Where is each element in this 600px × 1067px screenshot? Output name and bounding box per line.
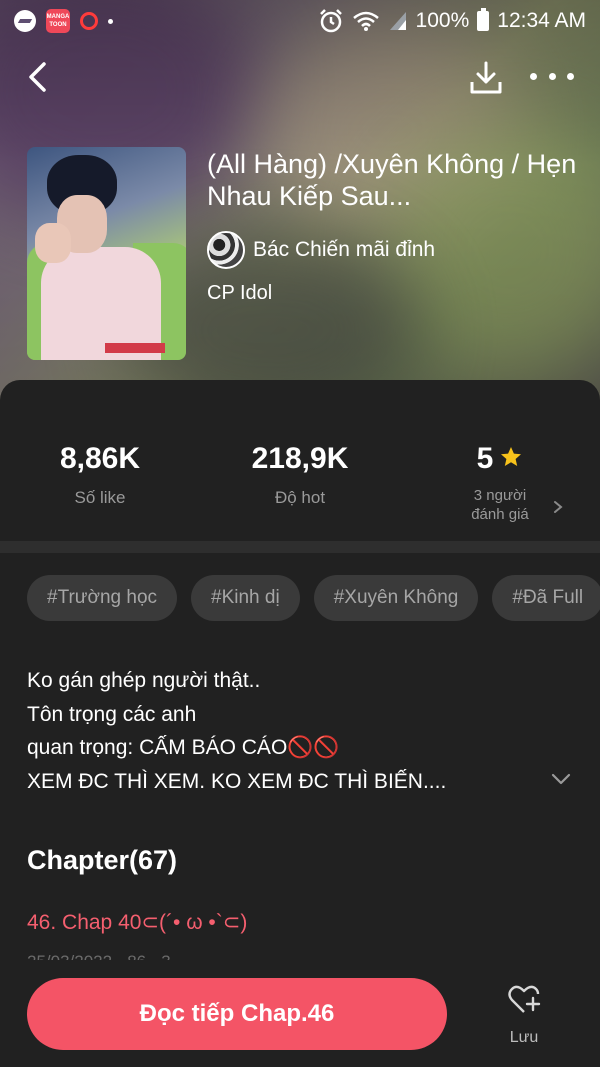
description-line: quan trọng: CẤM BÁO CÁO🚫🚫	[27, 736, 340, 759]
rating-label: 3 người đánh giá	[471, 487, 529, 523]
chevron-down-icon[interactable]	[550, 771, 572, 787]
hot-stat: 218,9K Độ hot	[200, 438, 400, 508]
author-avatar[interactable]	[207, 231, 245, 269]
tag-chip[interactable]: #Trường học	[27, 575, 178, 621]
author-name[interactable]: Bác Chiến mãi đỉnh	[253, 238, 435, 262]
heart-plus-icon	[508, 985, 541, 1013]
stats-row: 8,86K Số like 218,9K Độ hot 5 3 người đá…	[0, 438, 600, 538]
mangatoon-icon: MANGA TOON	[46, 9, 70, 33]
rating-value: 5	[476, 442, 494, 475]
signal-icon	[389, 12, 406, 30]
cover-image	[27, 147, 186, 360]
section-divider	[0, 541, 600, 553]
hot-value: 218,9K	[251, 442, 349, 475]
likes-label: Số like	[74, 488, 126, 507]
alarm-icon	[319, 9, 342, 33]
tag-chip[interactable]: #Kinh dị	[191, 575, 300, 621]
battery-percent: 100%	[415, 9, 470, 32]
rating-value-row: 5	[400, 438, 600, 480]
chevron-right-icon[interactable]	[551, 500, 565, 514]
top-nav	[0, 52, 600, 102]
download-icon[interactable]	[466, 58, 506, 98]
tag-chip[interactable]: #Xuyên Không	[313, 575, 479, 621]
chapter-header: Chapter(67)	[27, 845, 178, 875]
continue-reading-button[interactable]: Đọc tiếp Chap.46	[27, 978, 447, 1050]
recording-icon	[80, 12, 98, 30]
notification-dot-icon	[108, 18, 113, 24]
battery-icon	[477, 8, 490, 31]
author-row[interactable]: Bác Chiến mãi đỉnh	[207, 231, 435, 269]
wifi-icon	[352, 11, 379, 31]
status-bar: MANGA TOON 100% 12:34 AM	[0, 0, 600, 42]
more-options-icon[interactable]	[530, 64, 574, 88]
bottom-bar: Đọc tiếp Chap.46 Lưu	[0, 960, 600, 1067]
rating-stat[interactable]: 5 3 người đánh giá	[400, 438, 600, 524]
chapter-item[interactable]: 46. Chap 40⊂(´• ω •`⊂)	[27, 910, 247, 935]
hot-label: Độ hot	[274, 488, 326, 507]
save-label: Lưu	[509, 1029, 539, 1046]
save-button[interactable]: Lưu	[494, 984, 554, 1047]
back-arrow-icon[interactable]	[22, 60, 56, 94]
description: Ko gán ghép người thật.. Tôn trọng các a…	[27, 664, 547, 798]
tag-list: #Trường học #Kinh dị #Xuyên Không #Đã Fu…	[27, 575, 600, 621]
description-line: Tôn trọng các anh	[27, 702, 197, 726]
clock: 12:34 AM	[497, 9, 586, 32]
likes-stat: 8,86K Số like	[0, 438, 200, 508]
tag-chip[interactable]: #Đã Full	[492, 575, 600, 621]
description-line: Ko gán ghép người thật..	[27, 669, 261, 692]
star-icon	[501, 447, 522, 467]
book-category: CP Idol	[207, 282, 273, 304]
description-line: XEM ĐC THÌ XEM. KO XEM ĐC THÌ BIẾN....	[27, 769, 447, 793]
likes-value: 8,86K	[59, 442, 141, 475]
messenger-icon	[14, 10, 36, 32]
book-title: (All Hàng) /Xuyên Không / Hẹn Nhau Kiếp …	[207, 149, 577, 211]
